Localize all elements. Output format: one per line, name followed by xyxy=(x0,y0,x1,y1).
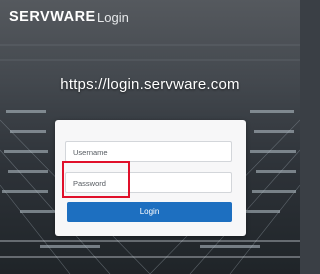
password-highlight-box xyxy=(62,161,130,198)
login-url-text: https://login.servware.com xyxy=(60,76,240,93)
top-bar: SERVWARE Login xyxy=(0,0,300,32)
username-input[interactable]: Username xyxy=(65,141,232,162)
brand-logo-text: SERVWARE xyxy=(9,9,96,25)
page-section-title: Login xyxy=(97,10,129,25)
login-button[interactable]: Login xyxy=(67,202,232,222)
